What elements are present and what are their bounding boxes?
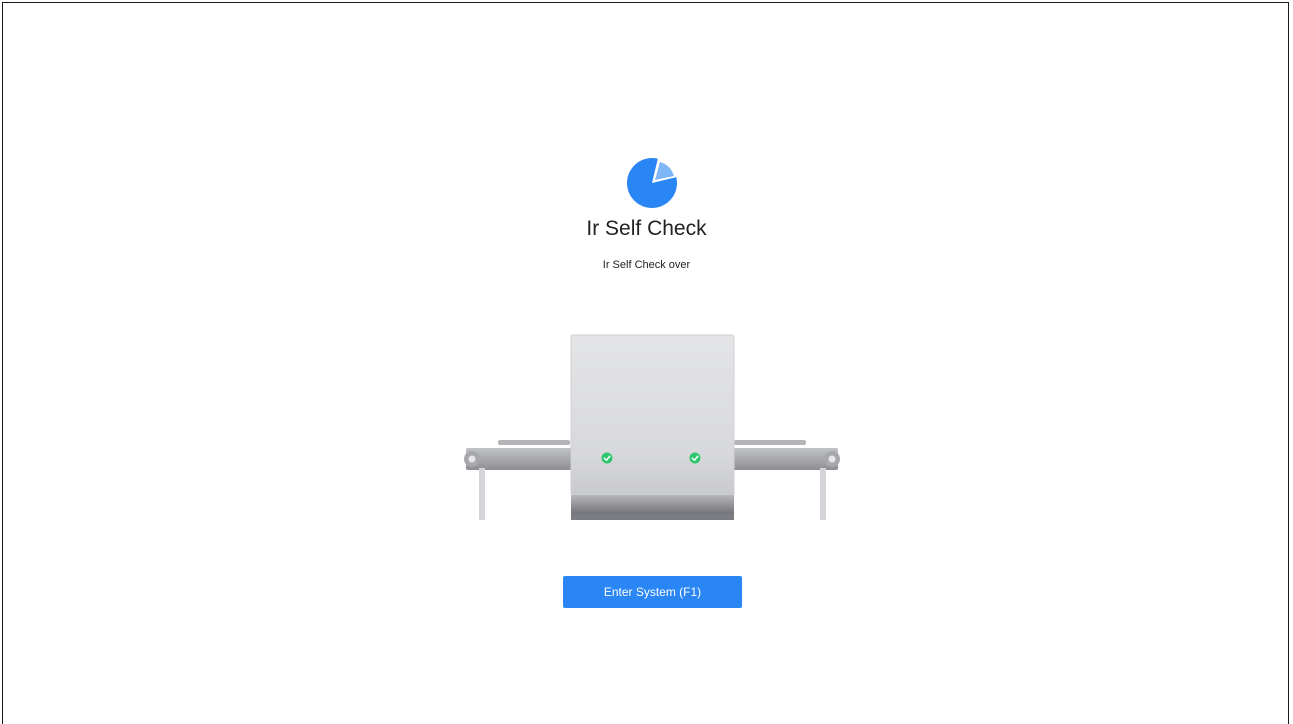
check-ok-icon xyxy=(601,452,613,464)
right-conveyor xyxy=(732,440,840,520)
xray-scanner-illustration xyxy=(464,334,840,520)
check-ok-icon xyxy=(689,452,701,464)
enter-system-button[interactable]: Enter System (F1) xyxy=(563,576,742,608)
left-conveyor xyxy=(464,440,572,520)
page-title: Ir Self Check xyxy=(586,217,707,240)
pie-chart-icon xyxy=(627,158,677,208)
status-text: Ir Self Check over xyxy=(602,259,691,271)
